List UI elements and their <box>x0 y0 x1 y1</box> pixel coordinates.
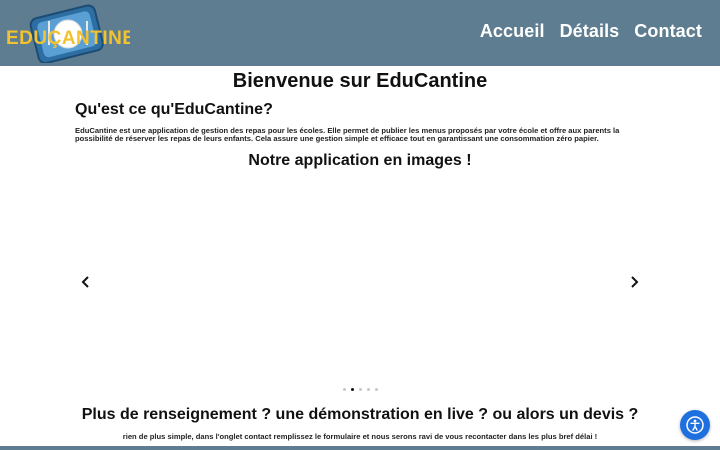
chevron-left-icon <box>81 276 89 288</box>
site-header: EDUÇANTINE Accueil Détails Contact <box>0 0 720 66</box>
svg-text:EDUÇANTINE: EDUÇANTINE <box>6 28 130 49</box>
about-title: Qu'est ce qu'EduCantine? <box>75 101 273 118</box>
about-text: EduCantine est une application de gestio… <box>75 126 620 144</box>
accessibility-icon <box>686 416 704 434</box>
carousel-prev-button[interactable] <box>72 268 100 296</box>
carousel-dot[interactable] <box>342 388 346 391</box>
page-title: Bienvenue sur EduCantine <box>232 70 488 92</box>
nav-details[interactable]: Détails <box>560 21 620 42</box>
cta-title: Plus de renseignement ? une démonstratio… <box>81 406 639 423</box>
carousel-dot[interactable] <box>350 388 354 391</box>
nav-accueil[interactable]: Accueil <box>480 21 545 42</box>
educantine-logo[interactable]: EDUÇANTINE <box>2 3 130 63</box>
images-title: Notre application en images ! <box>248 152 472 169</box>
footer-bar <box>0 446 720 450</box>
carousel-dot[interactable] <box>374 388 378 391</box>
carousel-next-button[interactable] <box>620 268 648 296</box>
carousel-indicators <box>70 388 650 391</box>
carousel-dot[interactable] <box>358 388 362 391</box>
chevron-right-icon <box>631 276 639 288</box>
carousel-dot[interactable] <box>366 388 370 391</box>
nav-contact[interactable]: Contact <box>634 21 702 42</box>
accessibility-button[interactable] <box>680 410 710 440</box>
image-carousel <box>70 178 650 398</box>
cta-text: rien de plus simple, dans l'onglet conta… <box>122 432 598 441</box>
main-nav: Accueil Détails Contact <box>480 21 702 42</box>
